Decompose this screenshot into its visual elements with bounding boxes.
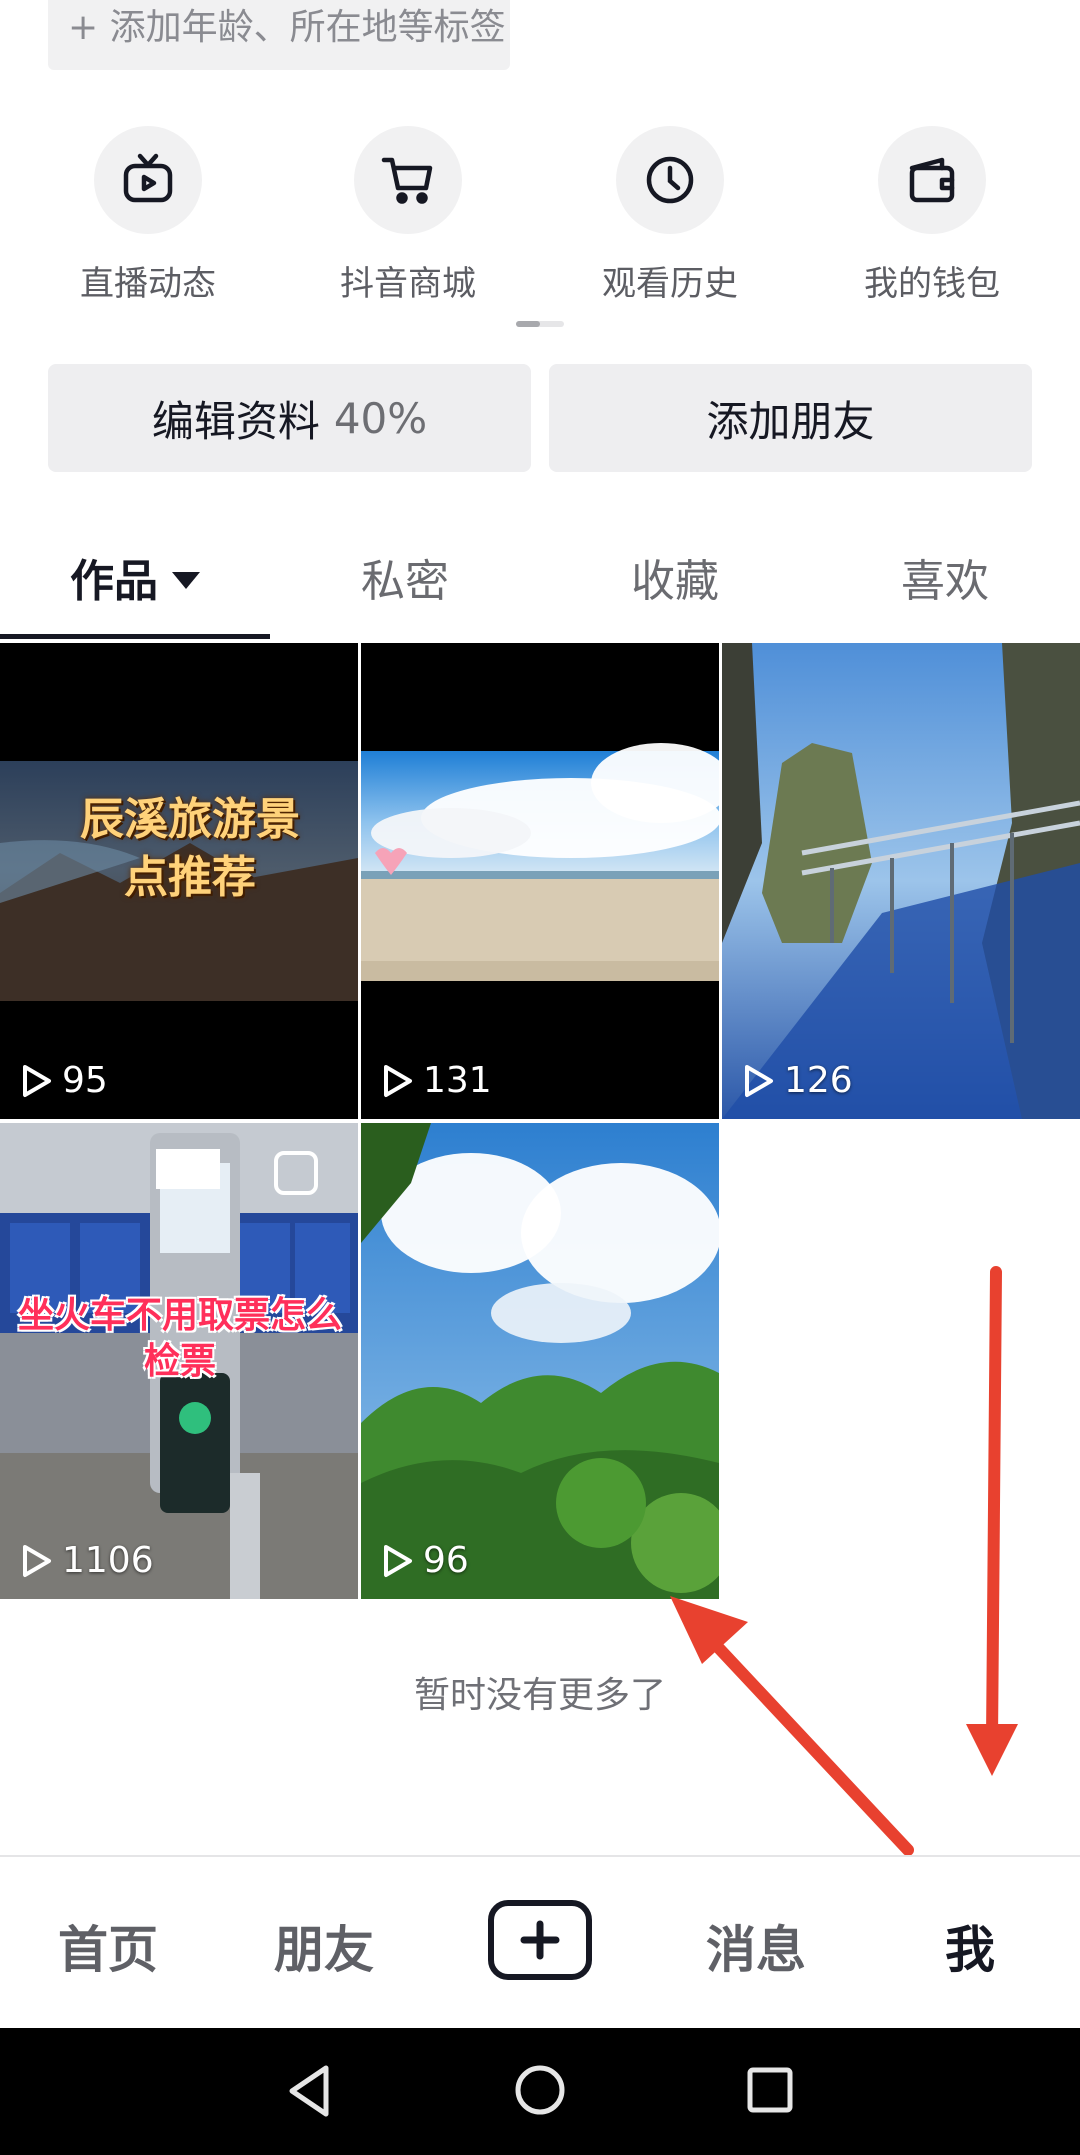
annotation-arrow-diagonal: [670, 1596, 914, 1856]
nav-home[interactable]: 首页: [8, 1910, 208, 1982]
nav-messages[interactable]: 消息: [656, 1910, 856, 1982]
home-circle-icon[interactable]: [514, 2064, 566, 2116]
plus-icon: [520, 1920, 560, 1960]
nav-friends[interactable]: 朋友: [224, 1910, 424, 1982]
system-nav-bar: [0, 2028, 1080, 2155]
nav-divider: [0, 1855, 1080, 1857]
create-button[interactable]: [488, 1900, 592, 1980]
recents-square-icon[interactable]: [746, 2066, 794, 2114]
back-icon[interactable]: [286, 2064, 332, 2118]
annotation-arrow-down: [966, 1266, 1018, 1776]
nav-me[interactable]: 我: [870, 1910, 1070, 1982]
annotation-arrows: [670, 1266, 1018, 1856]
